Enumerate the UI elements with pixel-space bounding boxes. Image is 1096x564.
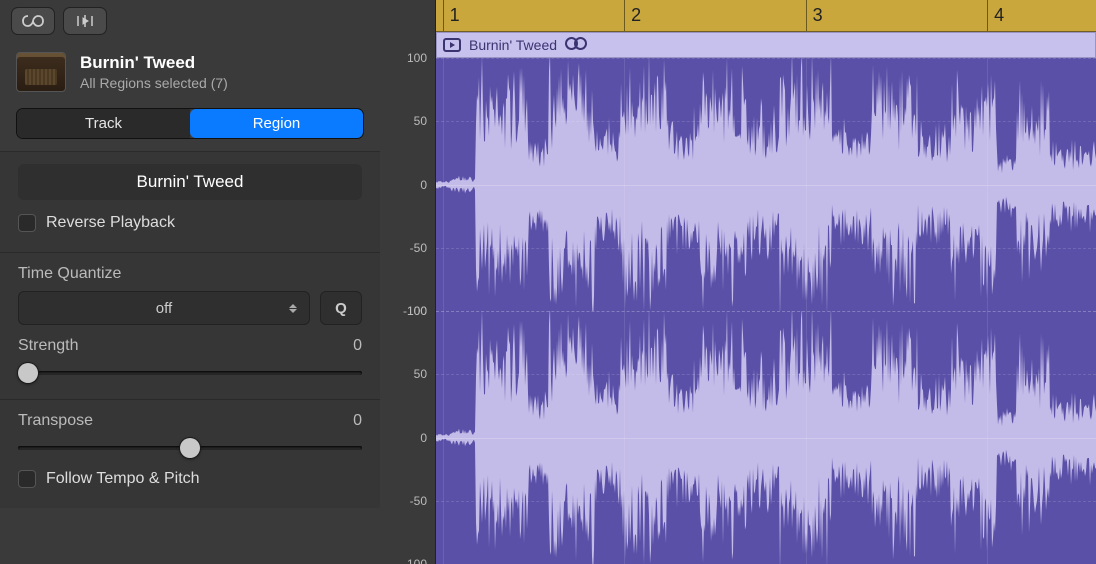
bar-marker: 2: [624, 0, 641, 31]
region-header-strip[interactable]: Burnin' Tweed: [436, 32, 1096, 58]
loop-icon: [22, 14, 44, 28]
quantize-button[interactable]: Q: [320, 291, 362, 325]
stereo-icon: [565, 37, 587, 53]
transpose-value[interactable]: 0: [353, 412, 362, 430]
inspector-panel: Burnin' Tweed All Regions selected (7) T…: [0, 0, 380, 564]
bar-marker: 4: [987, 0, 1004, 31]
track-title: Burnin' Tweed: [80, 53, 228, 73]
amplitude-label: 0: [420, 178, 427, 192]
amplitude-label: -50: [410, 494, 427, 508]
transpose-slider[interactable]: [18, 436, 362, 460]
amplitude-label: 100: [407, 51, 427, 65]
section-region-name: Burnin' Tweed Reverse Playback: [0, 151, 380, 252]
time-quantize-label: Time Quantize: [18, 265, 362, 283]
reverse-playback-row[interactable]: Reverse Playback: [18, 214, 362, 232]
amplitude-gutter: 100500-50-100100500-50-100: [380, 0, 436, 564]
follow-tempo-checkbox[interactable]: [18, 470, 36, 488]
amplitude-label: -100: [403, 557, 427, 564]
transpose-label: Transpose: [18, 412, 93, 430]
region-name-input[interactable]: Burnin' Tweed: [18, 164, 362, 200]
bar-marker: 1: [443, 0, 460, 31]
chevron-updown-icon: [289, 304, 297, 313]
follow-tempo-row[interactable]: Follow Tempo & Pitch: [18, 470, 362, 488]
loop-button[interactable]: [12, 8, 54, 34]
strength-value[interactable]: 0: [353, 337, 362, 355]
bar-ruler[interactable]: 12345: [436, 0, 1096, 32]
selection-subtitle: All Regions selected (7): [80, 75, 228, 91]
inspector-header: Burnin' Tweed All Regions selected (7): [0, 42, 380, 100]
bar-marker: 3: [806, 0, 823, 31]
amplitude-label: 50: [414, 114, 427, 128]
strength-label: Strength: [18, 337, 78, 355]
catch-button[interactable]: [64, 8, 106, 34]
amplitude-label: -50: [410, 241, 427, 255]
play-icon: [443, 38, 461, 52]
strength-slider[interactable]: [18, 361, 362, 385]
waveform-area[interactable]: [436, 58, 1096, 564]
amplitude-label: 50: [414, 367, 427, 381]
editor-main[interactable]: 12345 Burnin' Tweed: [436, 0, 1096, 564]
strength-param: Strength 0: [18, 337, 362, 385]
inspector-toolbar: [0, 0, 380, 42]
tab-track[interactable]: Track: [17, 109, 190, 138]
reverse-playback-checkbox[interactable]: [18, 214, 36, 232]
amplitude-label: 100: [407, 304, 427, 318]
section-time-quantize: Time Quantize off Q Strength 0: [0, 252, 380, 399]
amplitude-label: 0: [420, 431, 427, 445]
reverse-playback-label: Reverse Playback: [46, 214, 175, 232]
region-header-name: Burnin' Tweed: [469, 37, 557, 53]
track-thumbnail[interactable]: [16, 52, 66, 92]
section-transpose: Transpose 0 Follow Tempo & Pitch: [0, 399, 380, 508]
tab-region[interactable]: Region: [190, 109, 363, 138]
quantize-value: off: [156, 300, 172, 317]
catch-icon: [76, 14, 94, 28]
follow-tempo-label: Follow Tempo & Pitch: [46, 470, 200, 488]
audio-editor: 100500-50-100100500-50-100 12345 Burnin'…: [380, 0, 1096, 564]
quantize-select[interactable]: off: [18, 291, 310, 325]
tab-segment: Track Region: [16, 108, 364, 139]
